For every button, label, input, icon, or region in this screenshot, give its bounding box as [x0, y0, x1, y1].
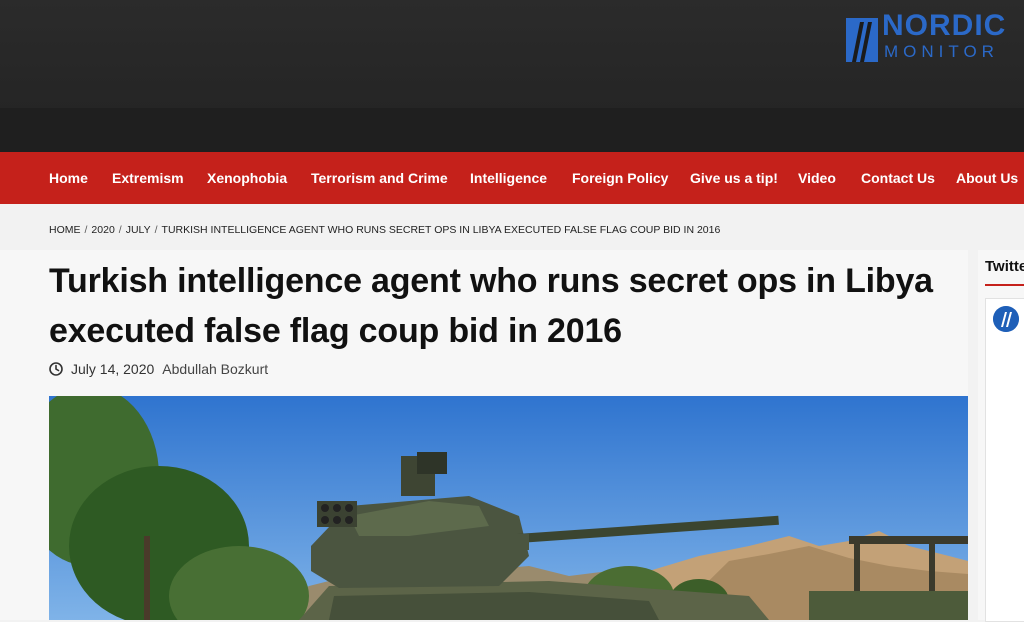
tank-photo [49, 396, 968, 620]
clock-icon [49, 362, 63, 376]
nav-item-home[interactable]: Home [49, 152, 88, 204]
article-hero-image [49, 396, 968, 620]
site-logo[interactable]: NORDIC MONITOR [846, 10, 1014, 68]
article-meta: July 14, 2020 Abdullah Bozkurt [49, 361, 268, 377]
nav-item-foreign-policy[interactable]: Foreign Policy [572, 152, 668, 204]
nav-item-xenophobia[interactable]: Xenophobia [207, 152, 287, 204]
main-nav: Home Extremism Xenophobia Terrorism and … [0, 152, 1024, 204]
logo-line2: MONITOR [884, 42, 999, 61]
sidebar-title: Twitter [985, 258, 1024, 275]
article-title: Turkish intelligence agent who runs secr… [49, 262, 933, 350]
breadcrumb: HOME/2020/JULY / TURKISH INTELLIGENCE AGEN… [49, 224, 720, 236]
nav-item-give-us-a-tip[interactable]: Give us a tip! [690, 152, 778, 204]
sidebar-title-underline [985, 284, 1024, 286]
logo-line1: NORDIC [882, 9, 1007, 42]
breadcrumb-separator: / [154, 224, 158, 236]
header-band [0, 108, 1024, 152]
article-author[interactable]: Abdullah Bozkurt [162, 361, 268, 377]
nav-item-terrorism-and-crime[interactable]: Terrorism and Crime [311, 152, 448, 204]
breadcrumb-month[interactable]: JULY [126, 224, 151, 236]
twitter-widget[interactable] [985, 298, 1024, 622]
nav-item-about-us[interactable]: About Us [956, 152, 1018, 204]
breadcrumb-separator: / [84, 224, 88, 236]
article-date[interactable]: July 14, 2020 [71, 361, 154, 377]
logo-mark-icon [846, 18, 878, 62]
site-header: NORDIC MONITOR [0, 0, 1024, 152]
breadcrumb-separator: / [118, 224, 122, 236]
nav-item-extremism[interactable]: Extremism [112, 152, 184, 204]
logo-mark-icon [993, 306, 1019, 332]
breadcrumb-home[interactable]: HOME [49, 224, 81, 236]
nav-item-intelligence[interactable]: Intelligence [470, 152, 547, 204]
nav-item-contact-us[interactable]: Contact Us [861, 152, 935, 204]
twitter-avatar[interactable] [993, 306, 1019, 332]
breadcrumb-current: TURKISH INTELLIGENCE AGENT WHO RUNS SECR… [161, 224, 721, 236]
breadcrumb-year[interactable]: 2020 [91, 224, 114, 236]
nav-item-video[interactable]: Video [798, 152, 836, 204]
